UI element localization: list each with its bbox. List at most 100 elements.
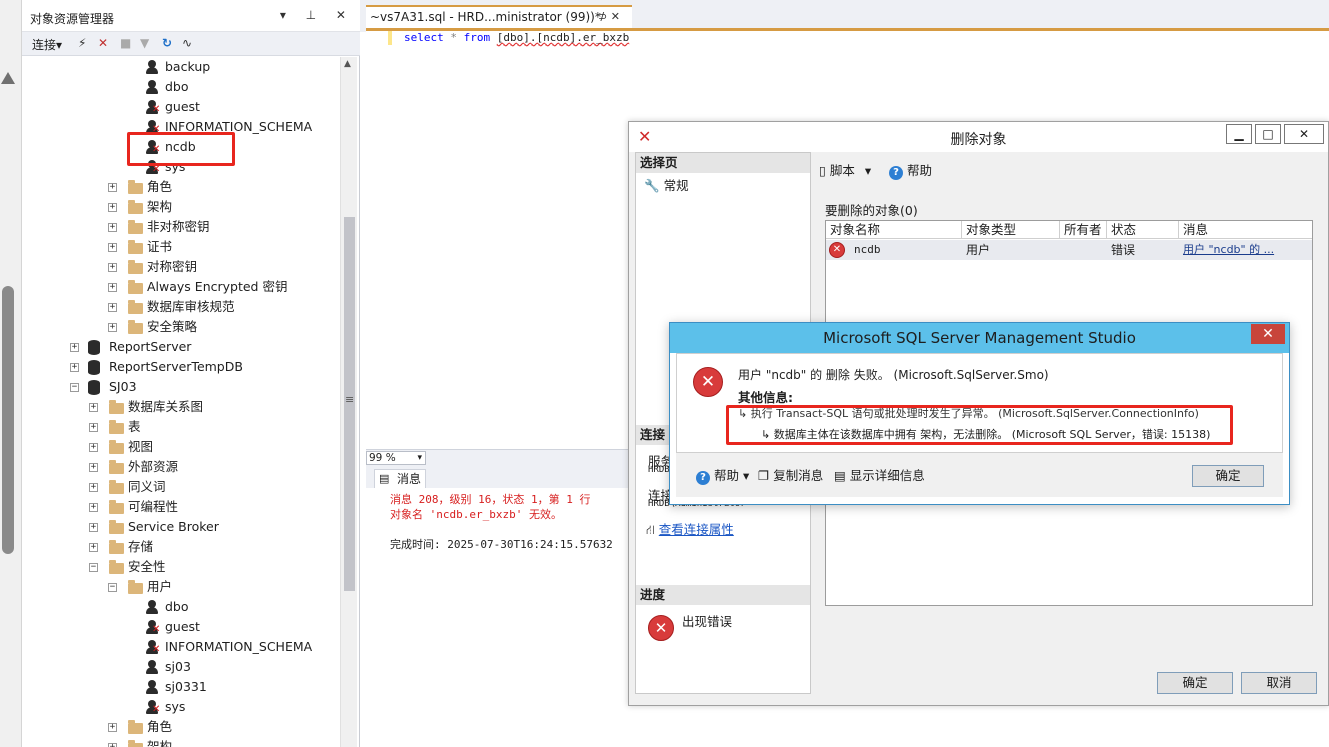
cancel-button[interactable]: 取消 [1241,672,1317,694]
tree-node-label: 数据库关系图 [128,399,204,414]
tree-node[interactable]: − 安全性 [22,557,340,577]
tree-node[interactable]: + Always Encrypted 密钥 [22,277,340,297]
tree-node[interactable]: dbo [22,597,340,617]
column-header[interactable]: 对象名称 [826,221,962,239]
refresh-icon[interactable]: ↻ [162,36,172,50]
column-header[interactable]: 所有者 [1060,221,1107,239]
table-row[interactable]: ✕ ncdb 用户 错误 用户 "ncdb" 的 ... [826,240,1312,260]
filter-icon[interactable]: ▼ [140,36,149,50]
ok-button[interactable]: 确定 [1157,672,1233,694]
script-button[interactable]: ▯ 脚本 ▾ [819,160,871,179]
tree-node[interactable]: + 表 [22,417,340,437]
copy-icon: ❐ [758,468,770,483]
show-details-button[interactable]: ▤ 显示详细信息 [834,465,925,484]
expand-icon[interactable]: + [108,743,117,747]
tree-node[interactable]: + 数据库审核规范 [22,297,340,317]
disconnect-icon[interactable]: ✕ [98,36,108,50]
column-header[interactable]: 对象类型 [962,221,1060,239]
outer-scroll-thumb[interactable] [2,286,14,554]
tab-messages[interactable]: ▤ 消息 [374,469,426,488]
folder-icon [128,200,143,214]
expand-icon[interactable]: + [89,403,98,412]
panel-window-buttons[interactable]: ▾ ⊥ ✕ [280,8,354,22]
expand-icon[interactable]: + [108,263,117,272]
ok-button[interactable]: 确定 [1192,465,1264,487]
expand-icon[interactable]: + [89,523,98,532]
tree-node[interactable]: + 存储 [22,537,340,557]
activity-monitor-icon[interactable]: ∿ [182,36,192,50]
tree-node[interactable]: + ReportServerTempDB [22,357,340,377]
expand-icon[interactable]: + [89,463,98,472]
help-button[interactable]: ? 帮助 ▾ [696,465,749,485]
tree-node[interactable]: + ReportServer [22,337,340,357]
tree-node[interactable]: + 架构 [22,197,340,217]
expand-icon[interactable]: + [89,503,98,512]
help-button[interactable]: ? 帮助 [889,160,932,180]
tree-node[interactable]: + 视图 [22,437,340,457]
stop-icon[interactable]: ■ [120,36,131,50]
page-general[interactable]: 🔧 常规 [644,175,689,194]
tree-node[interactable]: ✕ guest [22,97,340,117]
messagebox-close-button[interactable]: ✕ [1251,324,1285,344]
expand-icon[interactable]: + [108,223,117,232]
tree-node[interactable]: ✕ sys [22,697,340,717]
scroll-up-icon[interactable]: ▲ [344,59,351,69]
tree-node[interactable]: + 角色 [22,177,340,197]
expand-icon[interactable]: + [70,363,79,372]
zoom-select[interactable]: 99 % ▾ [366,451,426,465]
column-header[interactable]: 消息 [1179,221,1312,239]
view-connection-properties[interactable]: ⛙ 查看连接属性 [646,519,734,539]
expand-icon[interactable]: + [108,243,117,252]
tree-node[interactable]: ✕ guest [22,617,340,637]
expand-icon[interactable]: + [89,443,98,452]
expand-icon[interactable]: + [108,183,117,192]
close-button[interactable]: ✕ [1284,124,1324,144]
tree-node[interactable]: + 数据库关系图 [22,397,340,417]
tree-node[interactable]: + 角色 [22,717,340,737]
cell-message-link[interactable]: 用户 "ncdb" 的 ... [1183,240,1274,260]
collapse-icon[interactable]: − [89,563,98,572]
expand-icon[interactable]: + [108,283,117,292]
tree-node[interactable]: + 对称密钥 [22,257,340,277]
tree-node[interactable]: + 安全策略 [22,317,340,337]
messages-pane[interactable]: 消息 208，级别 16，状态 1，第 1 行 对象名 'ncdb.er_bxz… [366,488,628,747]
tab-pin-close-buttons[interactable]: ⊅ ✕ [598,10,620,23]
connect-button[interactable]: 连接▾ [32,36,62,53]
tree-node[interactable]: sj03 [22,657,340,677]
tree-node[interactable]: − SJ03 [22,377,340,397]
expand-icon[interactable]: + [70,343,79,352]
sql-line-1[interactable]: select * from [dbo].[ncdb].er_bxzb [404,31,629,44]
tree-node[interactable]: ✕ INFORMATION_SCHEMA [22,637,340,657]
expand-icon[interactable]: + [108,303,117,312]
maximize-button[interactable]: □ [1255,124,1281,144]
tree-node[interactable]: + 外部资源 [22,457,340,477]
expand-icon[interactable]: + [89,543,98,552]
tree-node[interactable]: dbo [22,77,340,97]
document-tab[interactable]: ~vs7A31.sql - HRD...ministrator (99))* ⊅… [366,5,632,28]
expand-icon[interactable]: + [89,423,98,432]
tree-node[interactable]: + 证书 [22,237,340,257]
column-header[interactable]: 状态 [1107,221,1179,239]
tree-node[interactable]: + 架构 [22,737,340,747]
expand-icon[interactable]: + [108,723,117,732]
tree-node[interactable]: + Service Broker [22,517,340,537]
copy-message-button[interactable]: ❐ 复制消息 [758,465,823,484]
tree-node[interactable]: + 非对称密钥 [22,217,340,237]
highlight-ncdb [127,132,235,166]
tree-node[interactable]: sj0331 [22,677,340,697]
collapse-icon[interactable]: − [108,583,117,592]
tree-node[interactable]: − 用户 [22,577,340,597]
expand-icon[interactable]: + [108,323,117,332]
main-error-message[interactable]: 用户 "ncdb" 的 删除 失败。 (Microsoft.SqlServer.… [738,366,1049,383]
connect-plug-icon[interactable]: ⚡ [78,36,86,50]
minimize-button[interactable]: ▁ [1226,124,1252,144]
collapse-icon[interactable]: − [70,383,79,392]
tree-node[interactable]: backup [22,57,340,77]
expand-icon[interactable]: + [108,203,117,212]
tree-node[interactable]: + 可编程性 [22,497,340,517]
expand-icon[interactable]: + [89,483,98,492]
tree-scrollbar[interactable]: ▲ ≡ [340,57,357,747]
tree-node[interactable]: + 同义词 [22,477,340,497]
view-connection-properties-link[interactable]: 查看连接属性 [659,522,734,537]
scroll-up-arrow-icon[interactable] [1,72,15,84]
